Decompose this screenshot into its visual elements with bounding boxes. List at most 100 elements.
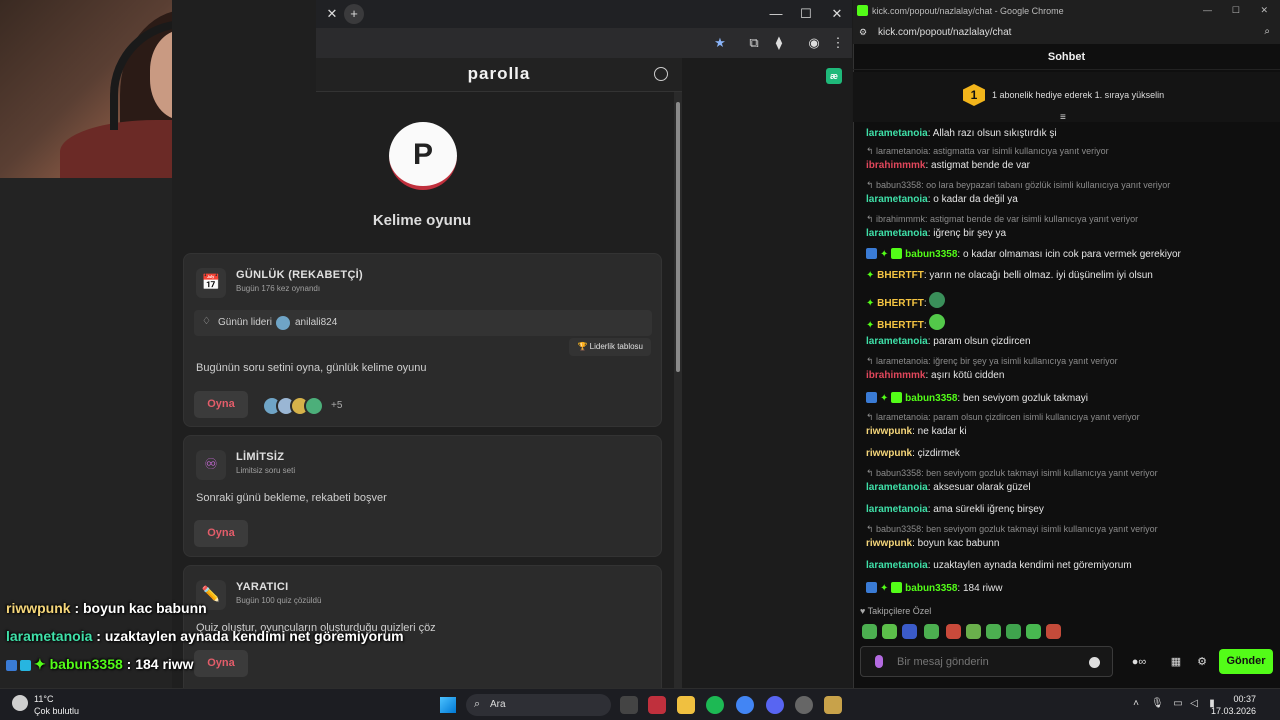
leader-label: Günün lideri bbox=[218, 317, 272, 328]
card-title: LİMİTSİZ bbox=[236, 451, 285, 463]
chat-url[interactable]: kick.com/popout/nazlalay/chat bbox=[878, 27, 1011, 38]
obs-icon[interactable] bbox=[795, 696, 813, 714]
chat-username[interactable]: larametanoia bbox=[866, 560, 928, 571]
chat-message: ✦ babun3358: o kadar olmaması icin cok p… bbox=[866, 248, 1181, 260]
store-icon[interactable]: ▦ bbox=[1169, 655, 1183, 669]
chat-username[interactable]: ibrahimmmk bbox=[866, 370, 925, 381]
maximize-button[interactable]: ☐ bbox=[796, 4, 816, 24]
chat-username[interactable]: ibrahimmmk bbox=[866, 160, 925, 171]
zoom-icon[interactable]: ⌕ bbox=[1264, 26, 1270, 37]
chat-username[interactable]: riwwpunk bbox=[866, 426, 912, 437]
emote-picker-icon[interactable]: ●∞ bbox=[1124, 655, 1154, 669]
pinned-toggle-icon[interactable]: ≡ bbox=[1060, 112, 1066, 123]
volume-icon[interactable]: ◁ bbox=[1188, 698, 1200, 710]
emote-icon[interactable] bbox=[1006, 624, 1021, 639]
chat-username[interactable]: riwwpunk bbox=[866, 448, 912, 459]
chat-address-bar[interactable]: ⚙ kick.com/popout/nazlalay/chat ⌕ bbox=[853, 22, 1280, 44]
play-creative-button[interactable]: Oyna bbox=[194, 650, 248, 677]
emote-icon[interactable] bbox=[902, 624, 917, 639]
site-settings-icon[interactable]: ⚙ bbox=[859, 27, 867, 38]
chat-text: : uzaktaylen aynada kendimi net göremiyo… bbox=[927, 560, 1132, 571]
emote-icon[interactable] bbox=[966, 624, 981, 639]
profile-avatar[interactable]: ◉ bbox=[804, 33, 824, 53]
play-daily-button[interactable]: Oyna bbox=[194, 391, 248, 418]
chat-username[interactable]: larametanoia bbox=[866, 128, 928, 139]
discord-icon[interactable] bbox=[766, 696, 784, 714]
close-window-button[interactable]: ✕ bbox=[1260, 5, 1268, 16]
chat-username[interactable]: babun3358 bbox=[905, 583, 957, 594]
infinity-icon: ♾ bbox=[196, 450, 226, 480]
network-icon[interactable]: ▭ bbox=[1172, 698, 1184, 710]
task-view-icon[interactable] bbox=[620, 696, 638, 714]
emoji-icon[interactable] bbox=[1089, 657, 1100, 668]
new-tab-button[interactable]: + bbox=[344, 4, 364, 24]
taskbar-search[interactable]: ⌕ Ara bbox=[466, 694, 611, 716]
minimize-button[interactable]: — bbox=[1203, 5, 1212, 15]
emote-icon[interactable] bbox=[924, 624, 939, 639]
chat-message: larametanoia: param olsun çizdircen bbox=[866, 336, 1031, 347]
chat-message: ✦ BHERTFT: yarın ne olacağı belli olmaz.… bbox=[866, 270, 1153, 281]
scrollbar-thumb[interactable] bbox=[676, 102, 680, 372]
chat-username[interactable]: larametanoia bbox=[866, 228, 928, 239]
chat-username[interactable]: BHERTFT bbox=[877, 270, 924, 281]
parolla-logo[interactable]: parolla bbox=[316, 64, 682, 84]
chat-text: : ne kadar ki bbox=[912, 426, 967, 437]
mic-tray-icon[interactable]: 🎙 bbox=[1151, 698, 1164, 710]
extensions-icon[interactable]: ⧫ bbox=[769, 33, 789, 53]
translate-icon[interactable]: ⧉ bbox=[744, 33, 764, 53]
emote-icon[interactable] bbox=[1046, 624, 1061, 639]
minimize-button[interactable]: — bbox=[766, 4, 786, 24]
emote-icon[interactable] bbox=[862, 624, 877, 639]
address-bar[interactable]: ★ ⧉ ⧫ ◉ ⋮ bbox=[316, 28, 852, 58]
weather-temperature[interactable]: 11°C bbox=[34, 694, 53, 704]
spotify-icon[interactable] bbox=[706, 696, 724, 714]
clock-date[interactable]: 17.03.2026 bbox=[1211, 706, 1256, 716]
emote-icon[interactable] bbox=[946, 624, 961, 639]
chat-username[interactable]: larametanoia bbox=[866, 482, 928, 493]
chat-username[interactable]: babun3358 bbox=[905, 393, 957, 404]
translate-extension-icon[interactable]: æ bbox=[826, 68, 842, 84]
chat-input-box[interactable] bbox=[860, 646, 1113, 677]
league-icon[interactable] bbox=[824, 696, 842, 714]
clock-time[interactable]: 00:37 bbox=[1233, 694, 1256, 704]
parolla-app-icon[interactable] bbox=[648, 696, 666, 714]
chat-username[interactable]: BHERTFT bbox=[877, 298, 924, 309]
overlay-text: : uzaktaylen aynada kendimi net göremiyo… bbox=[92, 628, 404, 644]
chrome-icon[interactable] bbox=[736, 696, 754, 714]
play-unlimited-button[interactable]: Oyna bbox=[194, 520, 248, 547]
tray-expand-icon[interactable]: ˄ bbox=[1130, 698, 1142, 710]
maximize-button[interactable]: ☐ bbox=[1232, 5, 1240, 16]
menu-kebab-icon[interactable]: ⋮ bbox=[828, 33, 848, 53]
chat-username[interactable]: BHERTFT bbox=[877, 320, 924, 331]
chat-settings-gear-icon[interactable]: ⚙ bbox=[1195, 655, 1209, 669]
chat-message: larametanoia: iğrenç bir şey ya bbox=[866, 228, 1006, 239]
leaderboard-button[interactable]: 🏆 Liderlik tablosu bbox=[569, 338, 651, 356]
sub-gift-banner[interactable]: 1 1 abonelik hediye ederek 1. sıraya yük… bbox=[853, 72, 1280, 123]
send-button[interactable]: Gönder bbox=[1219, 649, 1273, 674]
weather-cloud-icon[interactable] bbox=[12, 695, 28, 711]
followers-only-label: ♥ Takipçilere Özel bbox=[860, 606, 932, 616]
close-window-button[interactable]: ✕ bbox=[827, 4, 847, 24]
emote-icon[interactable] bbox=[986, 624, 1001, 639]
user-account-icon[interactable] bbox=[654, 67, 668, 81]
weather-description[interactable]: Çok bulutlu bbox=[34, 706, 79, 716]
chat-username[interactable]: larametanoia bbox=[866, 504, 928, 515]
file-explorer-icon[interactable] bbox=[677, 696, 695, 714]
windows-start-icon[interactable] bbox=[440, 697, 456, 713]
chat-username[interactable]: larametanoia bbox=[866, 336, 928, 347]
leader-name[interactable]: anilali824 bbox=[295, 317, 337, 328]
mic-icon[interactable] bbox=[875, 655, 883, 668]
chat-message: ✦ BHERTFT: bbox=[866, 314, 948, 331]
sparkle-icon: ✦ bbox=[880, 249, 892, 260]
chat-header: Sohbet bbox=[853, 44, 1280, 70]
bookmark-star-icon[interactable]: ★ bbox=[710, 33, 730, 53]
chat-username[interactable]: babun3358 bbox=[905, 249, 957, 260]
tab-close-icon[interactable]: ✕ bbox=[322, 4, 342, 24]
chat-username[interactable]: riwwpunk bbox=[866, 538, 912, 549]
chat-username[interactable]: larametanoia bbox=[866, 194, 928, 205]
chat-message: ibrahimmmk: aşırı kötü cidden bbox=[866, 370, 1004, 381]
emote-icon[interactable] bbox=[882, 624, 897, 639]
chat-message-input[interactable] bbox=[897, 653, 1077, 671]
emote-icon[interactable] bbox=[1026, 624, 1041, 639]
search-icon: ⌕ bbox=[474, 698, 481, 710]
